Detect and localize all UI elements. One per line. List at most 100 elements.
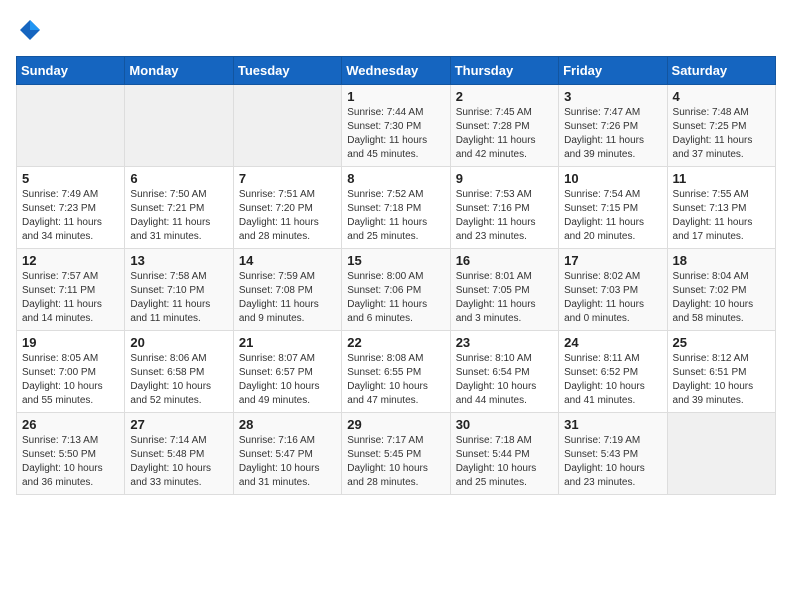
day-info: Sunrise: 8:07 AM Sunset: 6:57 PM Dayligh… (239, 352, 336, 408)
day-number: 13 (130, 253, 227, 268)
calendar-cell: 4 Sunrise: 7:48 AM Sunset: 7:25 PM Daylig… (667, 85, 775, 167)
calendar-cell: 23 Sunrise: 8:10 AM Sunset: 6:54 PM Dayli… (450, 331, 558, 413)
day-number: 18 (673, 253, 770, 268)
day-header-saturday: Saturday (667, 57, 775, 85)
day-number: 24 (564, 335, 661, 350)
day-info: Sunrise: 7:54 AM Sunset: 7:15 PM Dayligh… (564, 188, 661, 244)
calendar-cell: 6 Sunrise: 7:50 AM Sunset: 7:21 PM Daylig… (125, 167, 233, 249)
calendar-week-3: 12 Sunrise: 7:57 AM Sunset: 7:11 PM Dayli… (17, 249, 776, 331)
day-number: 25 (673, 335, 770, 350)
calendar-cell: 30Sunrise: 7:18 AM Sunset: 5:44 PM Dayli… (450, 413, 558, 495)
calendar-cell: 22 Sunrise: 8:08 AM Sunset: 6:55 PM Dayli… (342, 331, 450, 413)
calendar-cell: 17 Sunrise: 8:02 AM Sunset: 7:03 PM Dayli… (559, 249, 667, 331)
calendar-cell (667, 413, 775, 495)
calendar-cell: 2Sunrise: 7:45 AM Sunset: 7:28 PM Daylig… (450, 85, 558, 167)
calendar-cell: 24Sunrise: 8:11 AM Sunset: 6:52 PM Dayli… (559, 331, 667, 413)
calendar-cell (125, 85, 233, 167)
day-number: 21 (239, 335, 336, 350)
day-number: 30 (456, 417, 553, 432)
calendar-cell: 1Sunrise: 7:44 AM Sunset: 7:30 PM Daylig… (342, 85, 450, 167)
day-info: Sunrise: 7:57 AM Sunset: 7:11 PM Dayligh… (22, 270, 119, 326)
day-info: Sunrise: 7:19 AM Sunset: 5:43 PM Dayligh… (564, 434, 661, 490)
calendar-cell: 3Sunrise: 7:47 AM Sunset: 7:26 PM Daylig… (559, 85, 667, 167)
calendar-cell: 20 Sunrise: 8:06 AM Sunset: 6:58 PM Dayli… (125, 331, 233, 413)
day-info: Sunrise: 8:05 AM Sunset: 7:00 PM Dayligh… (22, 352, 119, 408)
calendar-cell: 21 Sunrise: 8:07 AM Sunset: 6:57 PM Dayli… (233, 331, 341, 413)
day-number: 22 (347, 335, 444, 350)
day-info: Sunrise: 8:00 AM Sunset: 7:06 PM Dayligh… (347, 270, 444, 326)
day-info: Sunrise: 7:47 AM Sunset: 7:26 PM Dayligh… (564, 106, 661, 162)
day-number: 4 (673, 89, 770, 104)
calendar-cell (17, 85, 125, 167)
day-number: 23 (456, 335, 553, 350)
day-number: 14 (239, 253, 336, 268)
day-number: 19 (22, 335, 119, 350)
day-header-monday: Monday (125, 57, 233, 85)
calendar-week-5: 26 Sunrise: 7:13 AM Sunset: 5:50 PM Dayli… (17, 413, 776, 495)
calendar-cell: 14 Sunrise: 7:59 AM Sunset: 7:08 PM Dayli… (233, 249, 341, 331)
day-number: 27 (130, 417, 227, 432)
calendar-week-4: 19 Sunrise: 8:05 AM Sunset: 7:00 PM Dayli… (17, 331, 776, 413)
calendar-cell: 15 Sunrise: 8:00 AM Sunset: 7:06 PM Dayli… (342, 249, 450, 331)
day-number: 7 (239, 171, 336, 186)
day-number: 20 (130, 335, 227, 350)
day-info: Sunrise: 8:02 AM Sunset: 7:03 PM Dayligh… (564, 270, 661, 326)
calendar-cell: 25 Sunrise: 8:12 AM Sunset: 6:51 PM Dayli… (667, 331, 775, 413)
calendar-cell: 29 Sunrise: 7:17 AM Sunset: 5:45 PM Dayli… (342, 413, 450, 495)
calendar-cell: 16 Sunrise: 8:01 AM Sunset: 7:05 PM Dayli… (450, 249, 558, 331)
day-number: 6 (130, 171, 227, 186)
day-info: Sunrise: 7:14 AM Sunset: 5:48 PM Dayligh… (130, 434, 227, 490)
day-info: Sunrise: 7:16 AM Sunset: 5:47 PM Dayligh… (239, 434, 336, 490)
day-info: Sunrise: 7:53 AM Sunset: 7:16 PM Dayligh… (456, 188, 553, 244)
day-info: Sunrise: 8:06 AM Sunset: 6:58 PM Dayligh… (130, 352, 227, 408)
calendar-cell: 18 Sunrise: 8:04 AM Sunset: 7:02 PM Dayli… (667, 249, 775, 331)
day-number: 8 (347, 171, 444, 186)
day-info: Sunrise: 8:12 AM Sunset: 6:51 PM Dayligh… (673, 352, 770, 408)
calendar-cell: 7 Sunrise: 7:51 AM Sunset: 7:20 PM Daylig… (233, 167, 341, 249)
day-info: Sunrise: 7:50 AM Sunset: 7:21 PM Dayligh… (130, 188, 227, 244)
calendar-cell: 31 Sunrise: 7:19 AM Sunset: 5:43 PM Dayli… (559, 413, 667, 495)
day-number: 16 (456, 253, 553, 268)
calendar-cell: 5 Sunrise: 7:49 AM Sunset: 7:23 PM Daylig… (17, 167, 125, 249)
day-header-wednesday: Wednesday (342, 57, 450, 85)
day-info: Sunrise: 7:49 AM Sunset: 7:23 PM Dayligh… (22, 188, 119, 244)
day-number: 9 (456, 171, 553, 186)
day-info: Sunrise: 8:10 AM Sunset: 6:54 PM Dayligh… (456, 352, 553, 408)
calendar-cell: 28 Sunrise: 7:16 AM Sunset: 5:47 PM Dayli… (233, 413, 341, 495)
day-number: 12 (22, 253, 119, 268)
day-info: Sunrise: 7:51 AM Sunset: 7:20 PM Dayligh… (239, 188, 336, 244)
day-header-thursday: Thursday (450, 57, 558, 85)
day-info: Sunrise: 8:04 AM Sunset: 7:02 PM Dayligh… (673, 270, 770, 326)
day-number: 17 (564, 253, 661, 268)
day-info: Sunrise: 7:58 AM Sunset: 7:10 PM Dayligh… (130, 270, 227, 326)
day-number: 11 (673, 171, 770, 186)
calendar-cell: 10 Sunrise: 7:54 AM Sunset: 7:15 PM Dayli… (559, 167, 667, 249)
day-header-friday: Friday (559, 57, 667, 85)
day-number: 26 (22, 417, 119, 432)
day-info: Sunrise: 7:17 AM Sunset: 5:45 PM Dayligh… (347, 434, 444, 490)
day-info: Sunrise: 8:08 AM Sunset: 6:55 PM Dayligh… (347, 352, 444, 408)
calendar-cell: 26 Sunrise: 7:13 AM Sunset: 5:50 PM Dayli… (17, 413, 125, 495)
day-info: Sunrise: 7:44 AM Sunset: 7:30 PM Dayligh… (347, 106, 444, 162)
calendar-table: SundayMondayTuesdayWednesdayThursdayFrid… (16, 56, 776, 495)
calendar-cell (233, 85, 341, 167)
day-number: 5 (22, 171, 119, 186)
calendar-cell: 8 Sunrise: 7:52 AM Sunset: 7:18 PM Daylig… (342, 167, 450, 249)
day-number: 15 (347, 253, 444, 268)
calendar-cell: 12 Sunrise: 7:57 AM Sunset: 7:11 PM Dayli… (17, 249, 125, 331)
day-header-sunday: Sunday (17, 57, 125, 85)
day-info: Sunrise: 7:48 AM Sunset: 7:25 PM Dayligh… (673, 106, 770, 162)
calendar-week-1: 1Sunrise: 7:44 AM Sunset: 7:30 PM Daylig… (17, 85, 776, 167)
day-number: 10 (564, 171, 661, 186)
calendar-cell: 27 Sunrise: 7:14 AM Sunset: 5:48 PM Dayli… (125, 413, 233, 495)
day-info: Sunrise: 7:45 AM Sunset: 7:28 PM Dayligh… (456, 106, 553, 162)
day-number: 29 (347, 417, 444, 432)
day-info: Sunrise: 7:13 AM Sunset: 5:50 PM Dayligh… (22, 434, 119, 490)
day-info: Sunrise: 7:59 AM Sunset: 7:08 PM Dayligh… (239, 270, 336, 326)
day-info: Sunrise: 8:01 AM Sunset: 7:05 PM Dayligh… (456, 270, 553, 326)
day-number: 31 (564, 417, 661, 432)
logo-icon (16, 16, 44, 44)
day-number: 28 (239, 417, 336, 432)
day-info: Sunrise: 7:52 AM Sunset: 7:18 PM Dayligh… (347, 188, 444, 244)
calendar-cell: 13 Sunrise: 7:58 AM Sunset: 7:10 PM Dayli… (125, 249, 233, 331)
